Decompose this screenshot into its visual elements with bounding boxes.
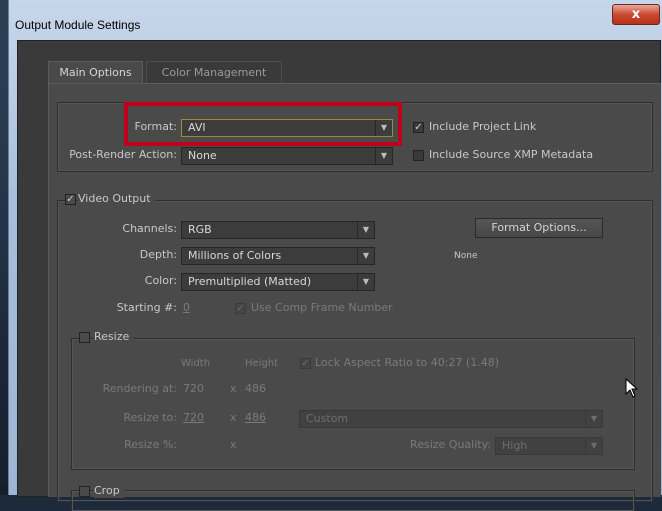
format-options-info: None [454, 251, 478, 261]
color-label: Color: [144, 274, 177, 287]
channels-value: RGB [188, 223, 212, 236]
chevron-down-icon: ▼ [357, 248, 374, 264]
depth-value: Millions of Colors [188, 249, 282, 262]
rendering-width: 720 [183, 382, 204, 395]
post-render-label: Post-Render Action: [69, 148, 177, 161]
color-value: Premultiplied (Matted) [188, 275, 312, 288]
include-xmp-label: Include Source XMP Metadata [429, 148, 594, 161]
format-highlight-annotation [124, 102, 402, 146]
color-dropdown[interactable]: Premultiplied (Matted) ▼ [181, 273, 375, 291]
chevron-down-icon: ▼ [357, 274, 374, 290]
chevron-down-icon: ▼ [375, 148, 392, 164]
include-project-link-label: Include Project Link [429, 120, 537, 133]
window-title: Output Module Settings [15, 18, 141, 32]
depth-label: Depth: [139, 248, 177, 261]
close-icon: x [631, 7, 641, 22]
resize-quality-dropdown[interactable]: High ▼ [495, 437, 603, 455]
channels-dropdown[interactable]: RGB ▼ [181, 221, 375, 239]
rendering-height: 486 [245, 382, 266, 395]
crop-checkbox[interactable] [79, 486, 90, 497]
resize-percent-label: Resize %: [124, 438, 177, 451]
format-options-button[interactable]: Format Options... [475, 218, 603, 238]
chevron-down-icon: ▼ [585, 411, 602, 427]
video-output-label: Video Output [78, 192, 155, 206]
video-output-checkbox[interactable]: ✓ [65, 194, 76, 205]
starting-number-value[interactable]: 0 [183, 301, 190, 315]
dialog-window: Output Module Settings x Main Options Co… [8, 0, 662, 511]
chevron-down-icon: ▼ [585, 438, 602, 454]
include-project-link-checkbox[interactable]: ✓ [413, 122, 424, 133]
width-header: Width [181, 358, 211, 369]
crop-group [71, 490, 635, 511]
resize-label: Resize [94, 330, 134, 344]
resize-preset-value: Custom [306, 412, 349, 425]
height-header: Height [245, 358, 279, 369]
mouse-cursor-icon [625, 378, 639, 398]
resize-quality-value: High [502, 439, 528, 452]
title-bar[interactable]: Output Module Settings x [9, 0, 662, 40]
include-xmp-checkbox[interactable] [413, 150, 424, 161]
use-comp-frame-checkbox[interactable]: ✓ [235, 303, 246, 314]
chevron-down-icon: ▼ [357, 222, 374, 238]
resize-percent-times: x [230, 438, 237, 451]
post-render-value: None [188, 149, 217, 162]
resize-preset-dropdown[interactable]: Custom ▼ [299, 410, 603, 428]
tab-color-management[interactable]: Color Management [146, 61, 282, 83]
resize-to-height[interactable]: 486 [245, 411, 266, 425]
starting-number-label: Starting #: [116, 301, 177, 314]
crop-label: Crop [94, 484, 124, 498]
resize-to-width[interactable]: 720 [183, 411, 204, 425]
rendering-at-label: Rendering at: [102, 382, 177, 395]
channels-label: Channels: [122, 222, 177, 235]
lock-aspect-checkbox[interactable]: ✓ [300, 358, 311, 369]
use-comp-frame-label: Use Comp Frame Number [251, 301, 393, 314]
rendering-times: x [230, 382, 237, 395]
depth-dropdown[interactable]: Millions of Colors ▼ [181, 247, 375, 265]
post-render-dropdown[interactable]: None ▼ [181, 147, 393, 165]
resize-quality-label: Resize Quality: [410, 438, 491, 451]
resize-to-times: x [230, 411, 237, 424]
resize-to-label: Resize to: [123, 411, 178, 424]
close-button[interactable]: x [612, 4, 660, 25]
lock-aspect-label: Lock Aspect Ratio to 40:27 (1.48) [315, 356, 499, 369]
tab-main-options[interactable]: Main Options [48, 61, 143, 83]
resize-checkbox[interactable] [79, 332, 90, 343]
